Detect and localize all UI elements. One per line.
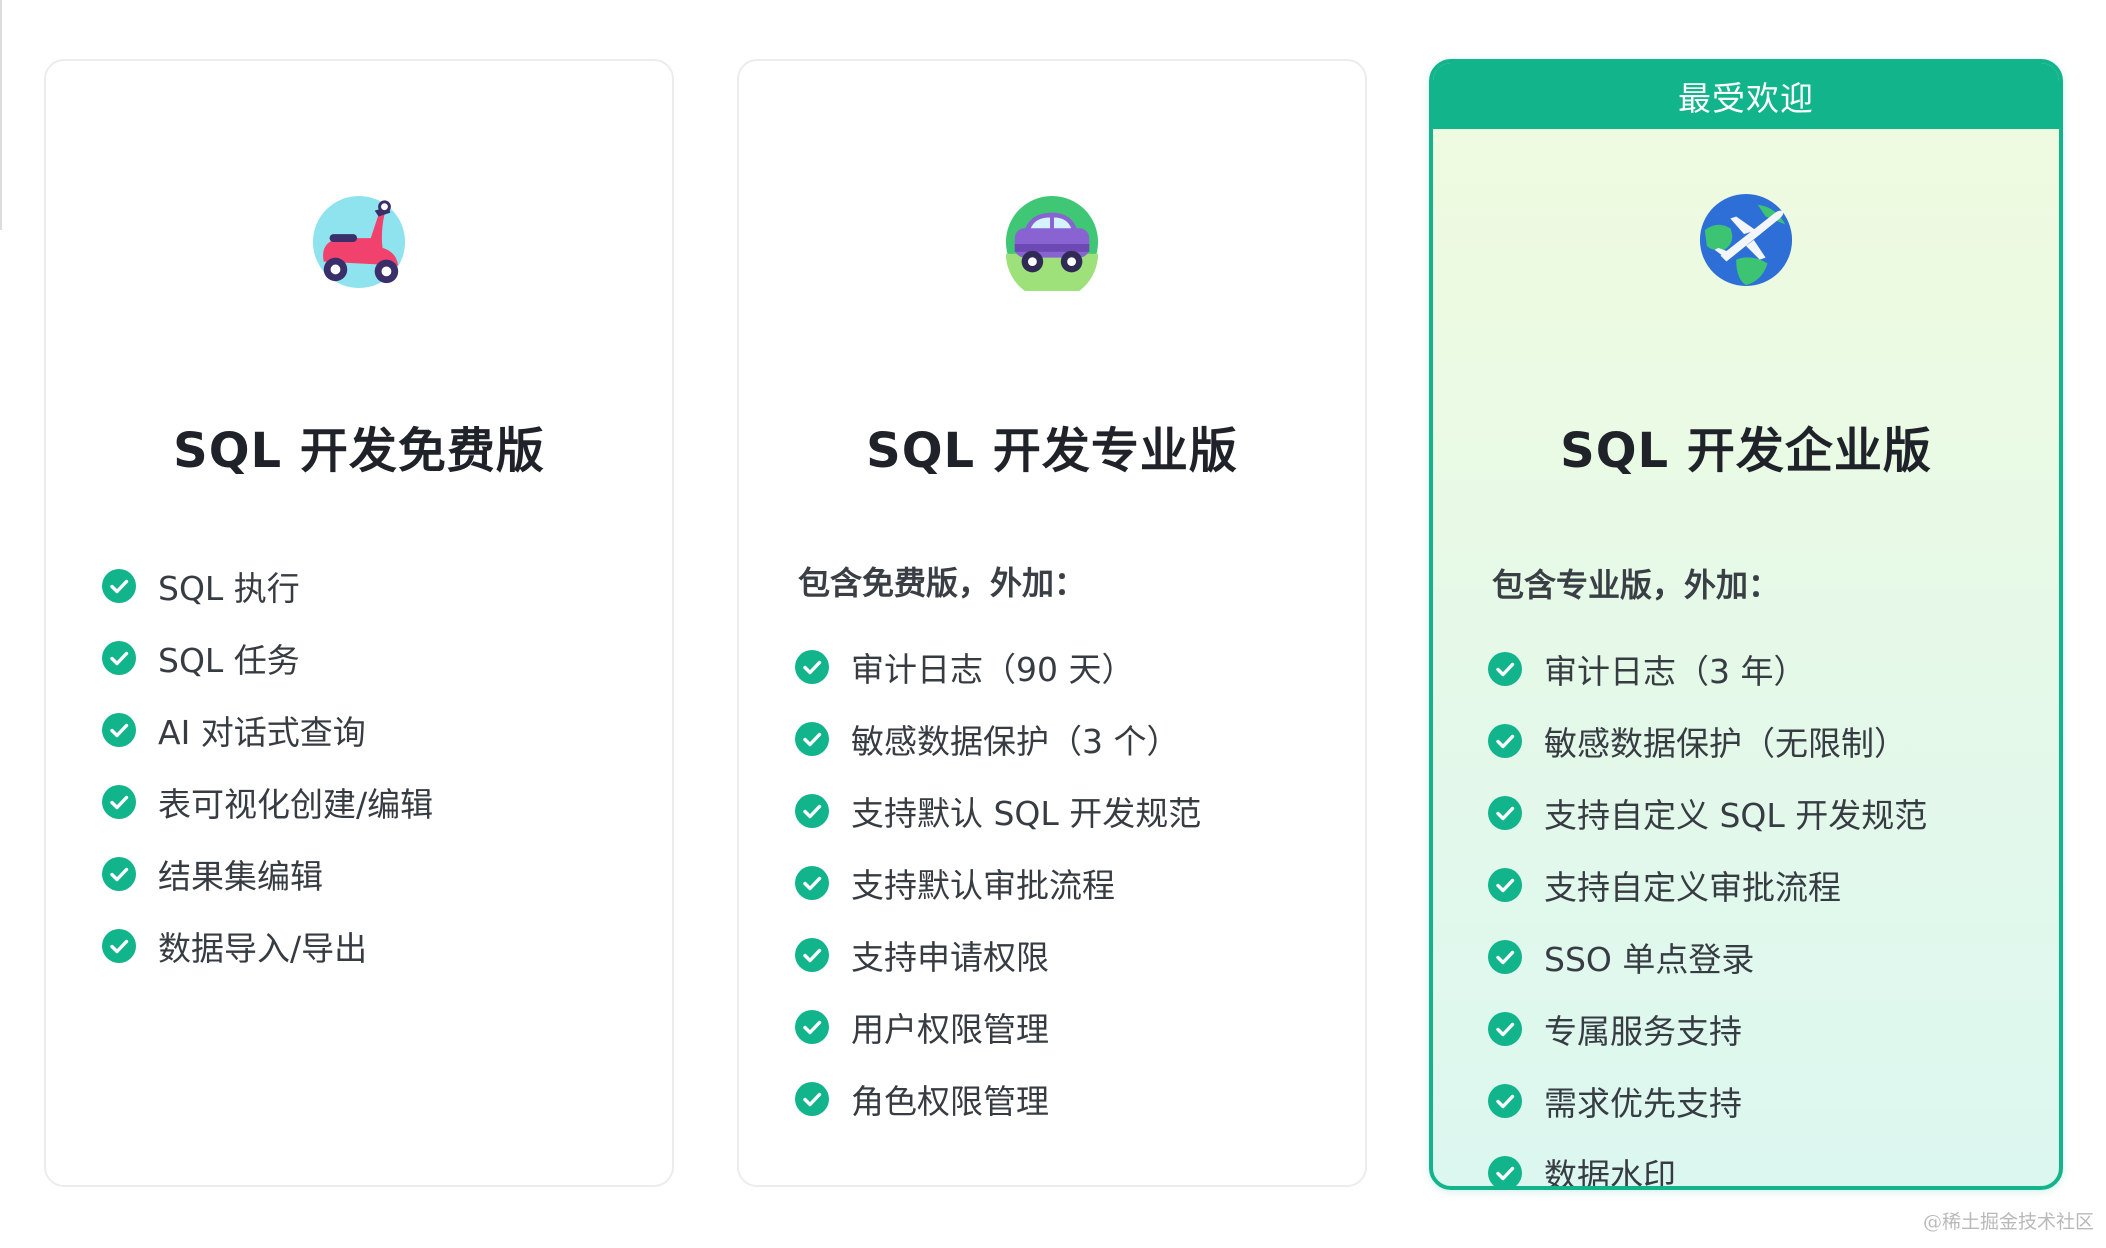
feature-label: 数据水印 <box>1544 1156 1676 1190</box>
plan-card-free: SQL 开发免费版 SQL 执行 SQL 任务 AI 对话式查询 表可视化创建/… <box>44 59 674 1187</box>
feature-item: 结果集编辑 <box>102 838 433 910</box>
feature-item: SQL 任务 <box>102 622 433 694</box>
feature-item: SQL 执行 <box>102 550 433 622</box>
feature-label: 用户权限管理 <box>851 1010 1049 1049</box>
feature-label: 审计日志（90 天） <box>851 650 1135 689</box>
feature-item: 角色权限管理 <box>795 1063 1201 1135</box>
check-icon <box>102 857 136 891</box>
feature-item: 审计日志（3 年） <box>1488 633 1927 705</box>
feature-item: SSO 单点登录 <box>1488 921 1927 993</box>
check-icon <box>795 938 829 972</box>
feature-item: 敏感数据保护（3 个） <box>795 703 1201 775</box>
plan-card-enterprise: 最受欢迎 SQL 开发企业版 包含专业版，外加： 审计日志（3 年） 敏感数据保… <box>1429 59 2063 1190</box>
feature-label: SQL 任务 <box>158 641 300 680</box>
feature-label: 敏感数据保护（无限制） <box>1544 724 1907 763</box>
check-icon <box>795 794 829 828</box>
check-icon <box>795 722 829 756</box>
plan-title: SQL 开发专业版 <box>866 423 1238 479</box>
feature-item: 表可视化创建/编辑 <box>102 766 433 838</box>
check-icon <box>102 569 136 603</box>
feature-label: 结果集编辑 <box>158 857 323 896</box>
feature-label: SQL 执行 <box>158 569 300 608</box>
check-icon <box>1488 940 1522 974</box>
check-icon <box>1488 1156 1522 1186</box>
check-icon <box>1488 796 1522 830</box>
window-edge <box>0 0 2 230</box>
car-icon <box>1005 195 1099 291</box>
most-popular-badge: 最受欢迎 <box>1433 63 2059 129</box>
feature-list: 审计日志（3 年） 敏感数据保护（无限制） 支持自定义 SQL 开发规范 支持自… <box>1488 633 1927 1190</box>
check-icon <box>1488 724 1522 758</box>
watermark: @稀土掘金技术社区 <box>1922 1211 2094 1233</box>
feature-item: 支持自定义审批流程 <box>1488 849 1927 921</box>
check-icon <box>795 866 829 900</box>
feature-label: 数据导入/导出 <box>158 929 368 968</box>
feature-label: SSO 单点登录 <box>1544 940 1755 979</box>
check-icon <box>795 1010 829 1044</box>
feature-item: 支持自定义 SQL 开发规范 <box>1488 777 1927 849</box>
scooter-icon <box>312 195 406 289</box>
check-icon <box>795 1082 829 1116</box>
feature-label: 敏感数据保护（3 个） <box>851 722 1180 761</box>
check-icon <box>1488 652 1522 686</box>
feature-label: 支持申请权限 <box>851 938 1049 977</box>
check-icon <box>1488 1084 1522 1118</box>
feature-label: AI 对话式查询 <box>158 713 366 752</box>
feature-item: AI 对话式查询 <box>102 694 433 766</box>
feature-item: 支持默认审批流程 <box>795 847 1201 919</box>
feature-label: 角色权限管理 <box>851 1082 1049 1121</box>
includes-note: 包含专业版，外加： <box>1492 566 1781 604</box>
check-icon <box>102 713 136 747</box>
airplane-globe-icon <box>1699 193 1793 287</box>
check-icon <box>102 641 136 675</box>
feature-item: 需求优先支持 <box>1488 1065 1927 1137</box>
feature-label: 支持默认 SQL 开发规范 <box>851 794 1202 833</box>
check-icon <box>1488 1012 1522 1046</box>
includes-note: 包含免费版，外加： <box>798 564 1087 602</box>
feature-item: 专属服务支持 <box>1488 993 1927 1065</box>
feature-item: 用户权限管理 <box>795 991 1201 1063</box>
plan-title: SQL 开发免费版 <box>173 423 545 479</box>
check-icon <box>102 929 136 963</box>
feature-label: 表可视化创建/编辑 <box>158 785 434 824</box>
feature-item: 数据水印 <box>1488 1137 1927 1190</box>
feature-label: 专属服务支持 <box>1544 1012 1742 1051</box>
feature-item: 敏感数据保护（无限制） <box>1488 705 1927 777</box>
check-icon <box>102 785 136 819</box>
feature-label: 支持自定义 SQL 开发规范 <box>1544 796 1928 835</box>
feature-label: 支持默认审批流程 <box>851 866 1115 905</box>
feature-item: 数据导入/导出 <box>102 910 433 982</box>
check-icon <box>1488 868 1522 902</box>
feature-item: 支持申请权限 <box>795 919 1201 991</box>
plan-card-pro: SQL 开发专业版 包含免费版，外加： 审计日志（90 天） 敏感数据保护（3 … <box>737 59 1367 1187</box>
feature-label: 支持自定义审批流程 <box>1544 868 1841 907</box>
feature-label: 审计日志（3 年） <box>1544 652 1807 691</box>
plan-title: SQL 开发企业版 <box>1560 423 1932 479</box>
feature-label: 需求优先支持 <box>1544 1084 1742 1123</box>
feature-list: SQL 执行 SQL 任务 AI 对话式查询 表可视化创建/编辑 结果集编辑 数… <box>102 550 433 982</box>
feature-item: 支持默认 SQL 开发规范 <box>795 775 1201 847</box>
feature-item: 审计日志（90 天） <box>795 631 1201 703</box>
check-icon <box>795 650 829 684</box>
feature-list: 审计日志（90 天） 敏感数据保护（3 个） 支持默认 SQL 开发规范 支持默… <box>795 631 1201 1135</box>
